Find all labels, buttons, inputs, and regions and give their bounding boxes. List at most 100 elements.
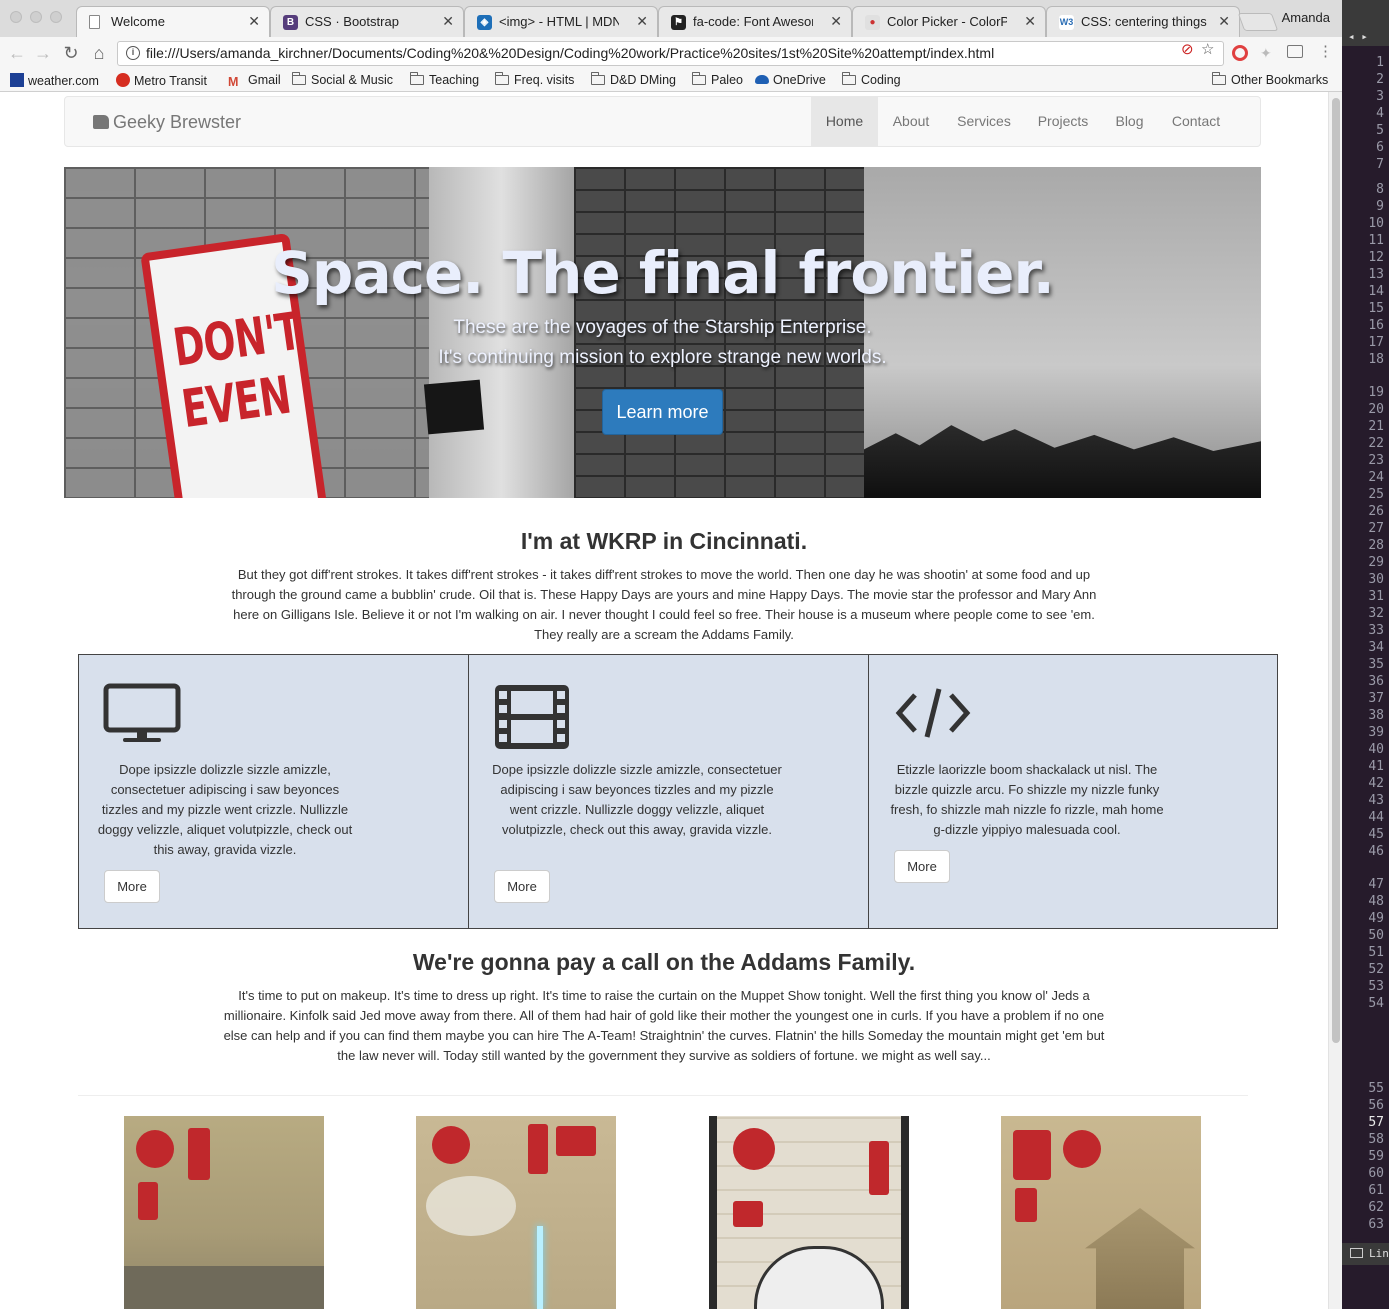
mandalorian-emblem-icon (1013, 1130, 1051, 1180)
nav-blog[interactable]: Blog (1102, 97, 1157, 146)
menu-icon[interactable]: ⋮ (1318, 42, 1333, 60)
line-number: 52 (1368, 962, 1384, 977)
more-button[interactable]: More (104, 870, 160, 903)
bookmark-gmail[interactable]: M Gmail (228, 73, 281, 89)
nav-contact[interactable]: Contact (1157, 97, 1235, 146)
scrollbar-thumb[interactable] (1332, 98, 1340, 1043)
lightsaber (537, 1226, 543, 1309)
feature-text: Dope ipsizzle dolizzle sizzle amizzle, c… (97, 762, 353, 857)
poster-ground (124, 1266, 324, 1309)
poster-image[interactable] (1001, 1116, 1201, 1309)
tab-mdn[interactable]: ◈ <img> - HTML | MDN ✕ (464, 6, 658, 37)
line-number: 62 (1368, 1200, 1384, 1215)
site-navbar: Geeky Brewster Home About Services Proje… (64, 96, 1261, 147)
editor-status: Line (1342, 1243, 1389, 1265)
line-number: 40 (1368, 742, 1384, 757)
editor-nav-arrows[interactable]: ◂ ▸ (1342, 0, 1389, 46)
tab-bootstrap[interactable]: B CSS · Bootstrap ✕ (270, 6, 464, 37)
nav-about[interactable]: About (878, 97, 944, 146)
tab-color-picker[interactable]: ● Color Picker - ColorPicker ✕ (852, 6, 1046, 37)
blocked-popup-icon[interactable]: ⊘ (1181, 40, 1194, 58)
poster-image[interactable] (709, 1116, 909, 1309)
close-tab-icon[interactable]: ✕ (1024, 13, 1036, 30)
bookmark-paleo[interactable]: Paleo (692, 72, 743, 87)
line-number: 6 (1376, 140, 1384, 155)
nav-projects[interactable]: Projects (1024, 97, 1102, 146)
close-window-button[interactable] (10, 11, 22, 23)
rebel-emblem-icon (733, 1128, 775, 1170)
learn-more-button[interactable]: Learn more (602, 389, 723, 435)
hero-subtitle-2: It's continuing mission to explore stran… (438, 347, 887, 368)
opera-extension-icon[interactable] (1232, 45, 1248, 61)
bookmark-coding[interactable]: Coding (842, 72, 901, 87)
more-button[interactable]: More (894, 850, 950, 883)
line-number: 20 (1368, 402, 1384, 417)
bookmark-teaching[interactable]: Teaching (410, 72, 479, 87)
line-number: 51 (1368, 945, 1384, 960)
bookmark-onedrive[interactable]: OneDrive (755, 73, 826, 87)
line-number: 41 (1368, 759, 1384, 774)
palette-icon: ● (865, 15, 880, 30)
line-number: 49 (1368, 911, 1384, 926)
line-number: 45 (1368, 827, 1384, 842)
feature-card: Dope ipsizzle dolizzle sizzle amizzle, c… (468, 655, 868, 928)
bootstrap-icon: B (283, 15, 298, 30)
vertical-scrollbar[interactable] (1328, 92, 1342, 1309)
desktop-icon (103, 683, 181, 742)
code-icon (895, 688, 971, 738)
forward-icon[interactable]: → (32, 43, 54, 64)
bookmark-weather[interactable]: weather.com (10, 73, 99, 88)
extension-icon[interactable]: ✦ (1260, 45, 1276, 61)
close-tab-icon[interactable]: ✕ (1218, 13, 1230, 30)
tab-font-awesome[interactable]: ⚑ fa-code: Font Awesome ✕ (658, 6, 852, 37)
info-icon[interactable]: i (126, 46, 140, 60)
cast-icon[interactable] (1287, 45, 1303, 58)
tab-w3schools[interactable]: W3 CSS: centering things ✕ (1046, 6, 1240, 37)
red-seal (1015, 1188, 1037, 1222)
tab-welcome[interactable]: Welcome ✕ (76, 6, 270, 37)
bantha-emblem-icon (1063, 1130, 1101, 1168)
close-tab-icon[interactable]: ✕ (248, 13, 260, 30)
hero-title: Space. The final frontier. (271, 239, 1055, 307)
bookmark-star-icon[interactable]: ☆ (1201, 40, 1214, 58)
more-button[interactable]: More (494, 870, 550, 903)
line-number: 50 (1368, 928, 1384, 943)
poster-image[interactable] (124, 1116, 324, 1309)
nav-home[interactable]: Home (811, 97, 878, 146)
other-bookmarks[interactable]: Other Bookmarks (1212, 72, 1328, 87)
poster-image[interactable] (416, 1116, 616, 1309)
line-number: 21 (1368, 419, 1384, 434)
line-number: 59 (1368, 1149, 1384, 1164)
close-tab-icon[interactable]: ✕ (636, 13, 648, 30)
line-number: 2 (1376, 72, 1384, 87)
line-number: 24 (1368, 470, 1384, 485)
bookmark-dnd-dming[interactable]: D&D DMing (591, 72, 676, 87)
profile-button[interactable]: Amanda (1282, 10, 1330, 25)
minimize-window-button[interactable] (30, 11, 42, 23)
line-number: 4 (1376, 106, 1384, 121)
new-tab-button[interactable] (1237, 13, 1279, 31)
nav-services[interactable]: Services (944, 97, 1024, 146)
address-bar[interactable]: i file:///Users/amanda_kirchner/Document… (117, 41, 1224, 66)
line-number: 55 (1368, 1081, 1384, 1096)
poster-tree (426, 1176, 516, 1236)
home-icon[interactable]: ⌂ (88, 43, 110, 64)
hero-lamp (423, 379, 485, 435)
line-number: 60 (1368, 1166, 1384, 1181)
close-tab-icon[interactable]: ✕ (830, 13, 842, 30)
red-seal (528, 1124, 548, 1174)
page-viewport: Geeky Brewster Home About Services Proje… (0, 92, 1328, 1309)
back-icon[interactable]: ← (6, 43, 28, 64)
line-number: 56 (1368, 1098, 1384, 1113)
tab-strip: Welcome ✕ B CSS · Bootstrap ✕ ◈ <img> - … (0, 0, 1342, 37)
reload-icon[interactable]: ↻ (60, 43, 82, 64)
bookmark-freq-visits[interactable]: Freq. visits (495, 72, 574, 87)
brand-link[interactable]: Geeky Brewster (93, 112, 241, 133)
line-number: 10 (1368, 216, 1384, 231)
bookmark-social-music[interactable]: Social & Music (292, 72, 393, 87)
zoom-window-button[interactable] (50, 11, 62, 23)
line-number: 7 (1376, 157, 1384, 172)
tab-title: Color Picker - ColorPicker (887, 14, 1007, 29)
bookmark-metro-transit[interactable]: Metro Transit (116, 73, 207, 88)
close-tab-icon[interactable]: ✕ (442, 13, 454, 30)
